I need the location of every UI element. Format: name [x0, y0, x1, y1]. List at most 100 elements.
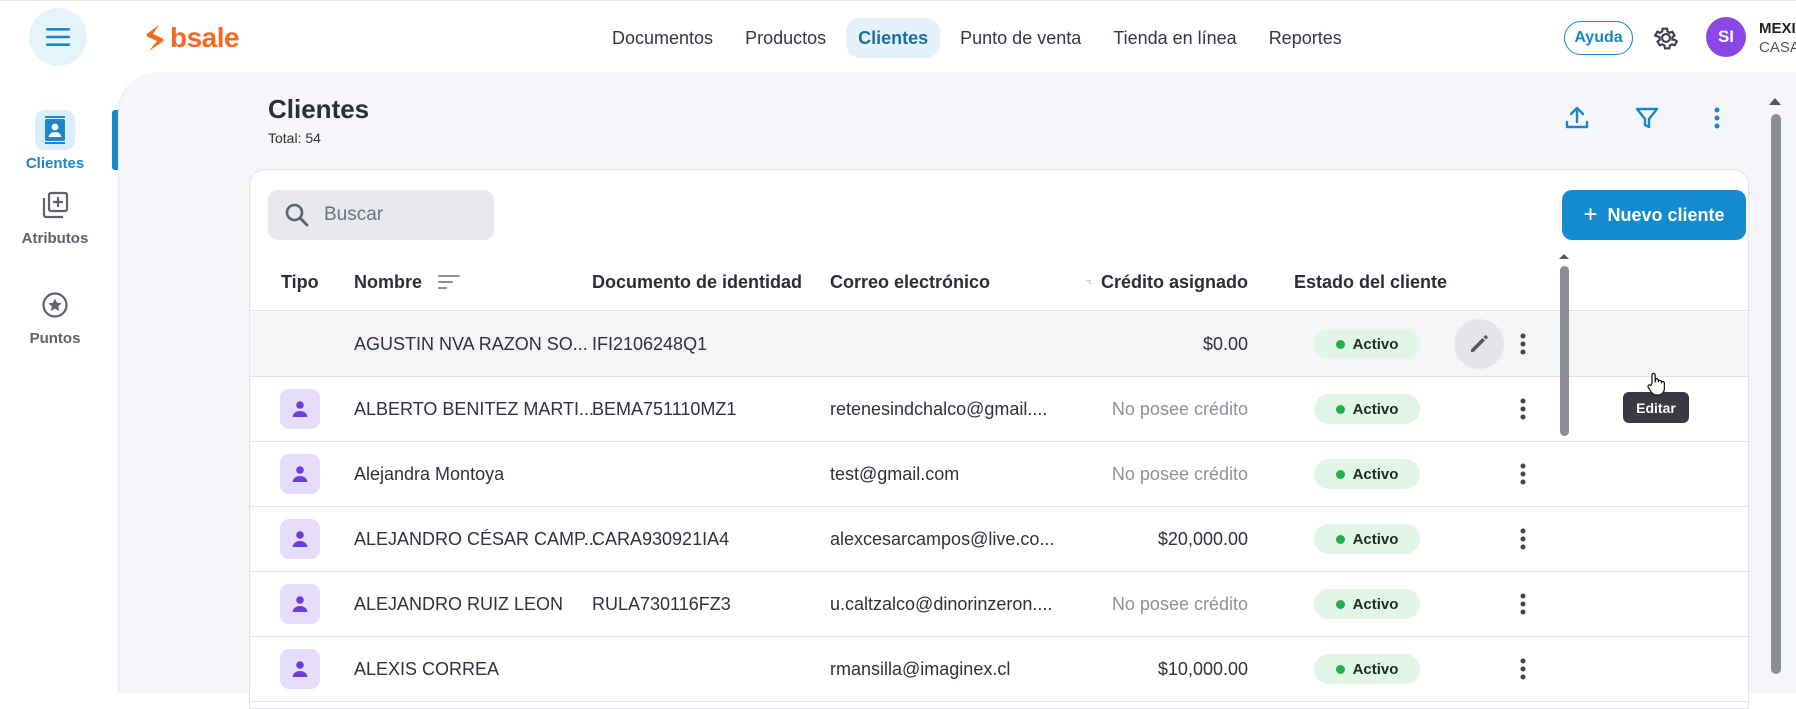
col-nombre[interactable]: Nombre — [354, 253, 461, 311]
rail-item-clientes[interactable]: Clientes — [0, 110, 110, 172]
row-actions-button[interactable] — [1508, 584, 1538, 624]
status-dot — [1335, 664, 1345, 674]
plus-icon: + — [1583, 201, 1598, 228]
name-cell[interactable]: ALEJANDRO RUIZ LEON — [354, 572, 563, 636]
credit-cell: No posee crédito — [1111, 463, 1248, 484]
table-row[interactable]: ALEJANDRO RUIZ LEON RULA730116FZ3 u.caltza… — [250, 572, 1748, 637]
star-circle-icon — [42, 292, 68, 318]
kebab-icon — [1520, 398, 1526, 420]
status-label: Activo — [1352, 465, 1399, 483]
rail-label: Clientes — [25, 155, 85, 172]
upload-icon — [1565, 106, 1589, 129]
export-button[interactable] — [1563, 104, 1591, 132]
main-nav: Documentos Productos Clientes Punto de vent… — [600, 18, 1354, 58]
credit-cell: No posee crédito — [1111, 398, 1248, 419]
status-label: Activo — [1352, 660, 1399, 678]
table-row[interactable]: ALEXIS CORREA rmansilla@imaginex.cl $10,00… — [250, 637, 1748, 702]
edit-button[interactable] — [1454, 319, 1504, 369]
email-cell: rmansilla@imaginex.cl — [830, 658, 1011, 679]
type-cell — [280, 637, 320, 701]
status-cell: Activo — [1314, 377, 1420, 441]
person-icon — [280, 649, 320, 689]
page-scroll-thumb[interactable] — [1771, 114, 1781, 674]
name-cell[interactable]: ALBERTO BENITEZ MARTI... — [354, 377, 594, 441]
nav-item-documentos[interactable]: Documentos — [600, 18, 725, 58]
status-dot — [1335, 339, 1345, 349]
name-cell[interactable]: Alejandra Montoya — [354, 442, 504, 506]
status-badge: Activo — [1314, 459, 1420, 489]
col-credito[interactable]: Crédito asignado — [1086, 253, 1248, 311]
rail-icon-wrap — [35, 285, 75, 325]
total-count: Total: 54 — [268, 130, 321, 146]
company-selector[interactable]: MEXI CASA — [1759, 19, 1796, 57]
status-label: Activo — [1352, 530, 1399, 548]
email-cell: retenesindchalco@gmail.... — [830, 398, 1048, 419]
status-dot — [1335, 469, 1345, 479]
col-credito-label: Crédito asignado — [1100, 271, 1248, 292]
col-documento: Documento de identidad — [592, 271, 803, 292]
email-cell: u.caltzalco@dinorinzeron.... — [830, 593, 1053, 614]
table-row[interactable]: ALBERTO BENITEZ MARTI... BEMA751110MZ1 ret… — [250, 377, 1748, 442]
status-badge: Activo — [1314, 589, 1420, 619]
nav-item-productos[interactable]: Productos — [733, 18, 838, 58]
nav-item-reportes[interactable]: Reportes — [1257, 18, 1354, 58]
status-cell: Activo — [1314, 312, 1420, 376]
new-client-button[interactable]: + Nuevo cliente — [1562, 190, 1746, 240]
rail-item-atributos[interactable]: Atributos — [0, 185, 110, 247]
company-name: MEXI — [1759, 20, 1796, 37]
email-cell: test@gmail.com — [830, 463, 960, 484]
nav-item-tienda-en-l-nea[interactable]: Tienda en línea — [1101, 18, 1248, 58]
more-options-button[interactable] — [1703, 104, 1731, 132]
gear-icon — [1653, 27, 1679, 50]
person-icon — [280, 519, 320, 559]
row-actions-button[interactable] — [1508, 454, 1538, 494]
filter-button[interactable] — [1633, 104, 1661, 132]
search-box[interactable] — [268, 190, 494, 240]
kebab-icon — [1520, 658, 1526, 680]
row-actions-button[interactable] — [1508, 324, 1538, 364]
table-row[interactable]: AGUSTIN NVA RAZON SO... IFI2106248Q1 $0.00… — [250, 312, 1748, 377]
new-client-label: Nuevo cliente — [1607, 204, 1725, 225]
nav-item-punto-de-venta[interactable]: Punto de venta — [948, 18, 1093, 58]
row-actions-button[interactable] — [1508, 389, 1538, 429]
sort-icon — [1086, 280, 1091, 284]
search-icon — [285, 203, 309, 227]
row-actions-button[interactable] — [1508, 519, 1538, 559]
name-cell[interactable]: AGUSTIN NVA RAZON SO... — [354, 312, 588, 376]
pencil-icon — [1468, 333, 1490, 355]
sort-icon — [438, 275, 461, 289]
menu-button[interactable] — [29, 8, 87, 66]
hamburger-icon — [46, 28, 70, 46]
page-title: Clientes — [268, 94, 370, 124]
credit-cell: $20,000.00 — [1157, 528, 1248, 549]
table-row[interactable]: Alejandra Montoya test@gmail.com No posee … — [250, 442, 1748, 507]
type-cell — [280, 377, 320, 441]
table-row[interactable]: ALEJANDRO CÉSAR CAMP... CARA930921IA4 alex… — [250, 507, 1748, 572]
edit-tooltip: Editar — [1623, 392, 1689, 423]
kebab-icon — [1714, 107, 1720, 129]
table-header: Tipo Nombre Documento de identidad Corre… — [250, 253, 1748, 311]
rail-item-puntos[interactable]: Puntos — [0, 285, 110, 347]
table-scroll-thumb[interactable] — [1560, 266, 1569, 436]
help-button[interactable]: Ayuda — [1564, 21, 1633, 55]
status-dot — [1335, 404, 1345, 414]
type-cell — [280, 507, 320, 571]
name-cell[interactable]: ALEXIS CORREA — [354, 637, 499, 701]
status-dot — [1335, 534, 1345, 544]
top-bar: bsale Documentos Productos Clientes Punto d… — [0, 0, 1796, 72]
name-cell[interactable]: ALEJANDRO CÉSAR CAMP... — [354, 507, 599, 571]
avatar[interactable]: SI — [1706, 17, 1746, 57]
page-scrollbar[interactable] — [1768, 92, 1782, 693]
settings-button[interactable] — [1652, 24, 1680, 52]
kebab-icon — [1520, 333, 1526, 355]
type-cell — [280, 442, 320, 506]
status-cell: Activo — [1314, 442, 1420, 506]
rail-icon-wrap — [35, 185, 75, 225]
row-actions-button[interactable] — [1508, 649, 1538, 689]
search-input[interactable] — [324, 204, 474, 226]
col-nombre-label: Nombre — [354, 271, 423, 292]
brand-logo[interactable]: bsale — [145, 22, 240, 53]
table-scrollbar[interactable] — [1558, 252, 1570, 708]
rail-label: Puntos — [29, 330, 81, 347]
nav-item-clientes[interactable]: Clientes — [846, 18, 941, 58]
